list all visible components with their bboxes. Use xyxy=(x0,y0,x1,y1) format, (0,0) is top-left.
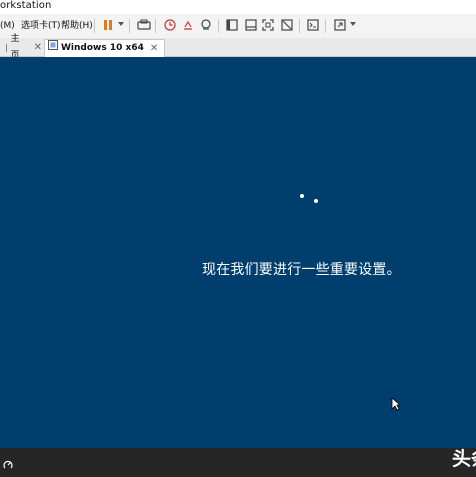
toolbar-separator xyxy=(129,19,130,33)
tab-bar: 主页 ✕ Windows 10 x64 ✕ xyxy=(0,34,476,61)
home-icon xyxy=(0,43,7,52)
terminal-icon xyxy=(307,18,319,34)
thumbnail-icon xyxy=(245,18,257,34)
keyboard-icon xyxy=(137,19,151,34)
pause-icon xyxy=(103,19,113,34)
stretch-icon xyxy=(334,18,346,34)
pause-button[interactable] xyxy=(100,18,116,34)
close-icon[interactable]: ✕ xyxy=(150,40,158,57)
status-bar xyxy=(0,448,476,477)
tab-home[interactable]: 主页 ✕ xyxy=(0,34,42,61)
setup-message: 现在我们要进行一些重要设置。 xyxy=(202,262,401,278)
toolbar-separator xyxy=(299,19,300,33)
snapshot-manager-icon xyxy=(200,18,212,34)
console-view-button[interactable] xyxy=(305,18,321,34)
mouse-pointer-icon xyxy=(391,396,402,415)
send-ctrl-alt-del-button[interactable] xyxy=(136,18,152,34)
toolbar-separator xyxy=(325,19,326,33)
menu-toolbar: (M) 选项卡(T) 帮助(H) xyxy=(0,14,476,39)
clock-icon xyxy=(164,18,176,34)
close-icon[interactable]: ✕ xyxy=(34,39,42,56)
unity-button[interactable] xyxy=(279,18,295,34)
revert-icon xyxy=(182,19,194,34)
tab-windows10-label: Windows 10 x64 xyxy=(61,43,144,53)
stretch-view-button[interactable] xyxy=(332,18,348,34)
snapshot-manager-button[interactable] xyxy=(198,18,214,34)
snapshot-button[interactable] xyxy=(162,18,178,34)
toolbar-separator xyxy=(94,19,95,33)
menu-item-help[interactable]: 帮助(H) xyxy=(61,18,93,34)
tab-windows10[interactable]: Windows 10 x64 ✕ xyxy=(44,39,166,57)
window-title: orkstation xyxy=(0,0,52,11)
loading-dot xyxy=(300,194,304,198)
full-screen-button[interactable] xyxy=(260,18,276,34)
library-icon xyxy=(226,18,238,34)
stretch-dropdown-caret[interactable] xyxy=(350,22,356,26)
revert-snapshot-button[interactable] xyxy=(180,18,196,34)
show-library-button[interactable] xyxy=(224,18,240,34)
watermark-text: 头条 xyxy=(452,448,476,470)
unity-icon xyxy=(281,18,293,34)
show-thumbnail-bar-button[interactable] xyxy=(243,18,259,34)
vm-icon xyxy=(48,40,58,57)
pause-dropdown-caret[interactable] xyxy=(118,22,124,26)
fullscreen-icon xyxy=(262,18,274,34)
toolbar-separator xyxy=(218,19,219,33)
vm-display[interactable]: 现在我们要进行一些重要设置。 xyxy=(0,57,476,448)
vm-status-icon[interactable] xyxy=(2,456,14,475)
window-titlebar: orkstation xyxy=(0,0,476,14)
loading-dot xyxy=(314,199,318,203)
toolbar-separator xyxy=(155,19,156,33)
